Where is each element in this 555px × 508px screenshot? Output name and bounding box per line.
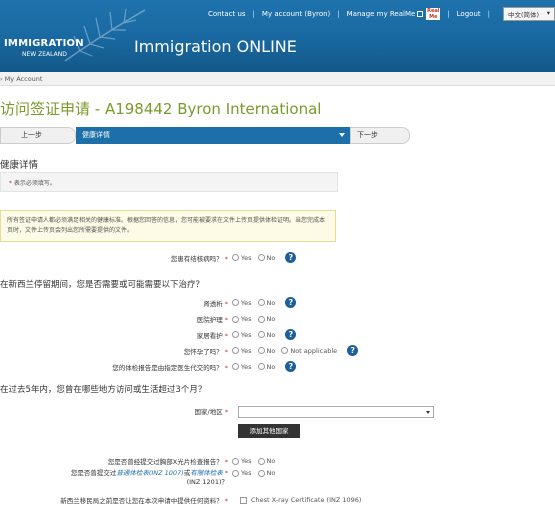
radio-no[interactable]: No xyxy=(257,315,275,323)
language-value: 中文(简体) xyxy=(507,11,540,19)
site-header: IMMIGRATION NEW ZEALAND Immigration ONLI… xyxy=(0,0,555,72)
help-icon[interactable]: ? xyxy=(347,345,359,356)
top-nav: Contact us | My account (Byron) | Manage… xyxy=(208,7,555,21)
question-label: 您患有结核病吗？ * xyxy=(170,254,228,263)
manage-realme-link[interactable]: Manage my RealMe xyxy=(347,10,416,18)
logo-text[interactable]: IMMIGRATION xyxy=(4,38,84,49)
site-title: Immigration ONLINE xyxy=(134,37,297,56)
question-dialysis: 肾透析 * Yes No ? xyxy=(0,297,297,308)
question-label: 肾透析 * xyxy=(203,299,228,308)
nav-separator: | xyxy=(487,10,490,18)
radio-yes[interactable]: Yes xyxy=(232,254,252,262)
question-label: 您是否曾经提交过胸部X光片检查报告？ * xyxy=(107,458,228,466)
radio-yes[interactable]: Yes xyxy=(232,469,252,477)
radio-yes[interactable]: Yes xyxy=(232,363,252,371)
breadcrumb-arrow-icon: › xyxy=(0,75,3,83)
radio-yes[interactable]: Yes xyxy=(232,331,252,339)
radio-no[interactable]: No xyxy=(257,331,275,339)
contact-us-link[interactable]: Contact us xyxy=(208,10,246,18)
question-label: 家居看护 * xyxy=(196,331,228,340)
country-select[interactable] xyxy=(238,406,434,418)
question-pregnant: 您怀孕了吗？ * Yes No Not applicable ? xyxy=(0,345,359,356)
radio-no[interactable]: No xyxy=(257,254,275,262)
limited-medical-form-link[interactable]: 有限体检表 xyxy=(190,469,223,477)
realme-logo-icon: Real Me xyxy=(426,8,441,20)
section-heading: 健康详情 xyxy=(0,160,39,171)
radio-yes[interactable]: Yes xyxy=(232,457,252,465)
question-xray: 您是否曾经提交过胸部X光片检查报告？ * Yes No xyxy=(0,456,281,466)
step-navigation: 上一步 健康详情 下一步 xyxy=(0,127,410,144)
group-heading-treatment: 在新西兰停留期间，您是否需要或可能需要以下治疗？ xyxy=(0,280,205,290)
info-box: 所有签证申请人都必须满足相关的健康标准。根据您回答的信息，您可能被要求在文件上传… xyxy=(0,210,336,242)
question-hospital-care: 医院护理 * Yes No xyxy=(0,314,281,324)
required-note: * 表示必须填写。 xyxy=(0,172,338,192)
country-row: 国家/地区 * xyxy=(0,406,232,416)
radio-not-applicable[interactable]: Not applicable xyxy=(281,347,337,355)
checkbox-chest-xray-certificate[interactable]: Chest X-ray Certificate (INZ 1096) xyxy=(240,496,361,504)
radio-yes[interactable]: Yes xyxy=(232,315,252,323)
question-certificates: 新西兰移民局之前是否让您在本次申请中提供任何资料？ * Chest X-ray C… xyxy=(0,495,367,505)
breadcrumb-my-account[interactable]: My Account xyxy=(5,75,43,83)
required-star: * xyxy=(9,180,12,187)
country-label: 国家/地区 * xyxy=(194,408,228,416)
radio-no[interactable]: No xyxy=(257,363,275,371)
question-label: 医院护理 * xyxy=(196,316,228,324)
breadcrumb: › My Account xyxy=(0,75,42,83)
logo-subtext: NEW ZEALAND xyxy=(22,51,67,58)
next-step-button[interactable]: 下一步 xyxy=(350,127,410,144)
nav-separator: | xyxy=(337,10,340,18)
question-label: 您是否曾提交过普通体检表(INZ 1007)或有限体检表 * (INZ 1201)？ xyxy=(70,469,228,486)
general-medical-form-link[interactable]: 普通体检表(INZ 1007) xyxy=(116,469,183,477)
previous-step-button[interactable]: 上一步 xyxy=(0,127,76,144)
nav-separator: | xyxy=(447,10,450,18)
external-link-icon xyxy=(417,11,424,17)
question-label: 新西兰移民局之前是否让您在本次申请中提供任何资料？ * xyxy=(60,497,228,505)
step-select-value: 健康详情 xyxy=(82,131,110,139)
chevron-down-icon xyxy=(339,133,345,137)
radio-yes[interactable]: Yes xyxy=(232,299,252,307)
radio-no[interactable]: No xyxy=(257,347,275,355)
logout-link[interactable]: Logout xyxy=(457,10,481,18)
question-label: 您怀孕了吗？ * xyxy=(183,347,228,356)
radio-no[interactable]: No xyxy=(257,299,275,307)
question-medical-forms: 您是否曾提交过普通体检表(INZ 1007)或有限体检表 * (INZ 1201)？… xyxy=(0,469,281,487)
help-icon[interactable]: ? xyxy=(285,297,297,308)
breadcrumb-bar: › My Account xyxy=(0,72,555,86)
radio-yes[interactable]: Yes xyxy=(232,347,252,355)
help-icon[interactable]: ? xyxy=(285,361,297,372)
my-account-link[interactable]: My account (Byron) xyxy=(262,10,330,18)
help-icon[interactable]: ? xyxy=(285,252,297,263)
nav-separator: | xyxy=(252,10,255,18)
question-label: 您的体检报告是由指定医生代交的吗？ * xyxy=(112,363,228,372)
group-heading-countries: 在过去5年内，您曾在哪些地方访问或生活超过3个月？ xyxy=(0,385,207,395)
question-home-care: 家居看护 * Yes No ? xyxy=(0,329,297,340)
add-country-button[interactable]: 添加其他国家 xyxy=(238,424,300,438)
chevron-down-icon: ▾ xyxy=(546,9,550,17)
page-title: 访问签证申请 - A198442 Byron International xyxy=(0,100,322,118)
question-medical-report-doctor: 您的体检报告是由指定医生代交的吗？ * Yes No ? xyxy=(0,361,297,372)
chevron-down-icon xyxy=(426,411,430,414)
radio-no[interactable]: No xyxy=(257,457,275,465)
language-select[interactable]: 中文(简体) ▾ xyxy=(502,7,555,21)
radio-no[interactable]: No xyxy=(257,469,275,477)
help-icon[interactable]: ? xyxy=(285,329,297,340)
question-tb: 您患有结核病吗？ * Yes No ? xyxy=(0,252,297,263)
required-note-text: 表示必须填写。 xyxy=(13,180,56,187)
step-select[interactable]: 健康详情 xyxy=(76,127,350,144)
